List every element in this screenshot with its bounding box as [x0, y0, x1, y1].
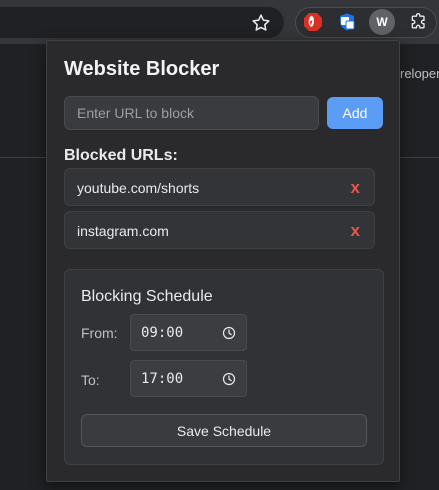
save-schedule-button[interactable]: Save Schedule: [81, 414, 367, 447]
to-time-value: 17:00: [141, 371, 184, 387]
remove-url-button[interactable]: x: [351, 178, 360, 198]
blocked-url-item: youtube.com/shorts x: [64, 168, 375, 206]
stop-hand-extension-icon[interactable]: [300, 9, 326, 35]
shield-extension-icon[interactable]: [334, 9, 360, 35]
blocked-url-text: instagram.com: [77, 223, 169, 239]
extensions-puzzle-icon[interactable]: [406, 9, 432, 35]
browser-toolbar: W: [0, 0, 439, 44]
url-input[interactable]: [64, 96, 319, 130]
add-button[interactable]: Add: [327, 97, 383, 129]
to-label: To:: [81, 372, 100, 388]
remove-url-button[interactable]: x: [351, 221, 360, 241]
blocking-schedule-panel: Blocking Schedule From: 09:00 To: 17:00 …: [64, 269, 384, 465]
address-bar[interactable]: [0, 7, 284, 38]
website-blocker-extension-button[interactable]: W: [369, 9, 395, 35]
website-blocker-popup: Website Blocker Add Blocked URLs: youtub…: [46, 40, 400, 482]
clock-icon[interactable]: [222, 372, 236, 386]
from-time-input[interactable]: 09:00: [130, 314, 247, 351]
blocked-url-text: youtube.com/shorts: [77, 180, 200, 196]
to-time-input[interactable]: 17:00: [130, 360, 247, 397]
bookmark-star-icon[interactable]: [250, 12, 272, 34]
from-time-value: 09:00: [141, 325, 184, 341]
page-background-text: reloper: [400, 66, 439, 81]
clock-icon[interactable]: [222, 326, 236, 340]
popup-title: Website Blocker: [64, 58, 220, 80]
from-label: From:: [81, 325, 118, 341]
schedule-title: Blocking Schedule: [81, 288, 213, 305]
extension-avatar-letter: W: [376, 15, 388, 29]
browser-window: W reloper Website Blocker Add Blocked UR…: [0, 0, 439, 490]
blocked-url-item: instagram.com x: [64, 211, 375, 249]
blocked-urls-heading: Blocked URLs:: [64, 147, 178, 164]
